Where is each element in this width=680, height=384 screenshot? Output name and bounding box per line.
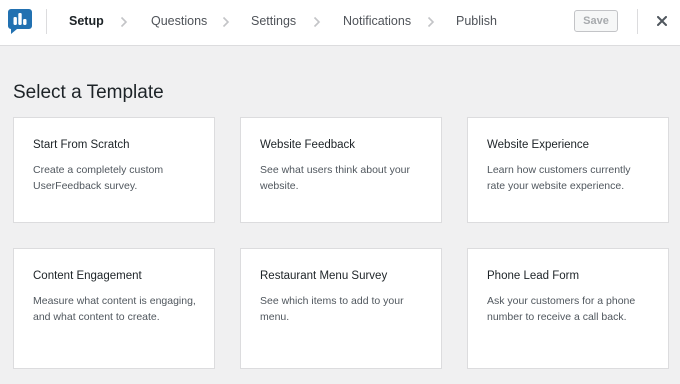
close-icon[interactable] <box>655 14 669 28</box>
step-publish[interactable]: Publish <box>456 14 497 28</box>
userfeedback-logo-icon[interactable] <box>7 8 33 35</box>
template-description: Learn how customers currently rate your … <box>487 164 631 192</box>
template-card-content-engagement[interactable]: Content Engagement Measure what content … <box>13 248 215 369</box>
template-title: Website Experience <box>487 139 590 151</box>
page-title: Select a Template <box>13 82 164 103</box>
template-card-website-feedback[interactable]: Website Feedback See what users think ab… <box>240 117 442 223</box>
template-card-restaurant-menu-survey[interactable]: Restaurant Menu Survey See which items t… <box>240 248 442 369</box>
chevron-right-icon <box>120 15 128 28</box>
template-title: Start From Scratch <box>33 139 130 151</box>
step-setup[interactable]: Setup <box>69 14 104 28</box>
chevron-right-icon <box>222 15 230 28</box>
template-description: Ask your customers for a phone number to… <box>487 295 636 323</box>
chevron-right-icon <box>427 15 435 28</box>
step-notifications[interactable]: Notifications <box>343 14 411 28</box>
header-divider <box>46 9 47 34</box>
template-title: Content Engagement <box>33 270 142 282</box>
template-title: Phone Lead Form <box>487 270 580 282</box>
template-card-start-from-scratch[interactable]: Start From Scratch Create a completely c… <box>13 117 215 223</box>
template-description: Measure what content is engaging, and wh… <box>33 295 196 323</box>
header-divider <box>637 9 638 34</box>
template-description: See which items to add to your menu. <box>260 295 404 323</box>
template-description: Create a completely custom UserFeedback … <box>33 164 164 192</box>
step-questions[interactable]: Questions <box>151 14 207 28</box>
template-title: Restaurant Menu Survey <box>260 270 388 282</box>
step-settings[interactable]: Settings <box>251 14 296 28</box>
template-title: Website Feedback <box>260 139 356 151</box>
template-card-phone-lead-form[interactable]: Phone Lead Form Ask your customers for a… <box>467 248 669 369</box>
template-card-website-experience[interactable]: Website Experience Learn how customers c… <box>467 117 669 223</box>
save-button[interactable]: Save <box>574 10 618 32</box>
chevron-right-icon <box>313 15 321 28</box>
top-bar: Setup Questions Settings Notifications P… <box>0 0 680 46</box>
template-description: See what users think about your website. <box>260 164 411 192</box>
